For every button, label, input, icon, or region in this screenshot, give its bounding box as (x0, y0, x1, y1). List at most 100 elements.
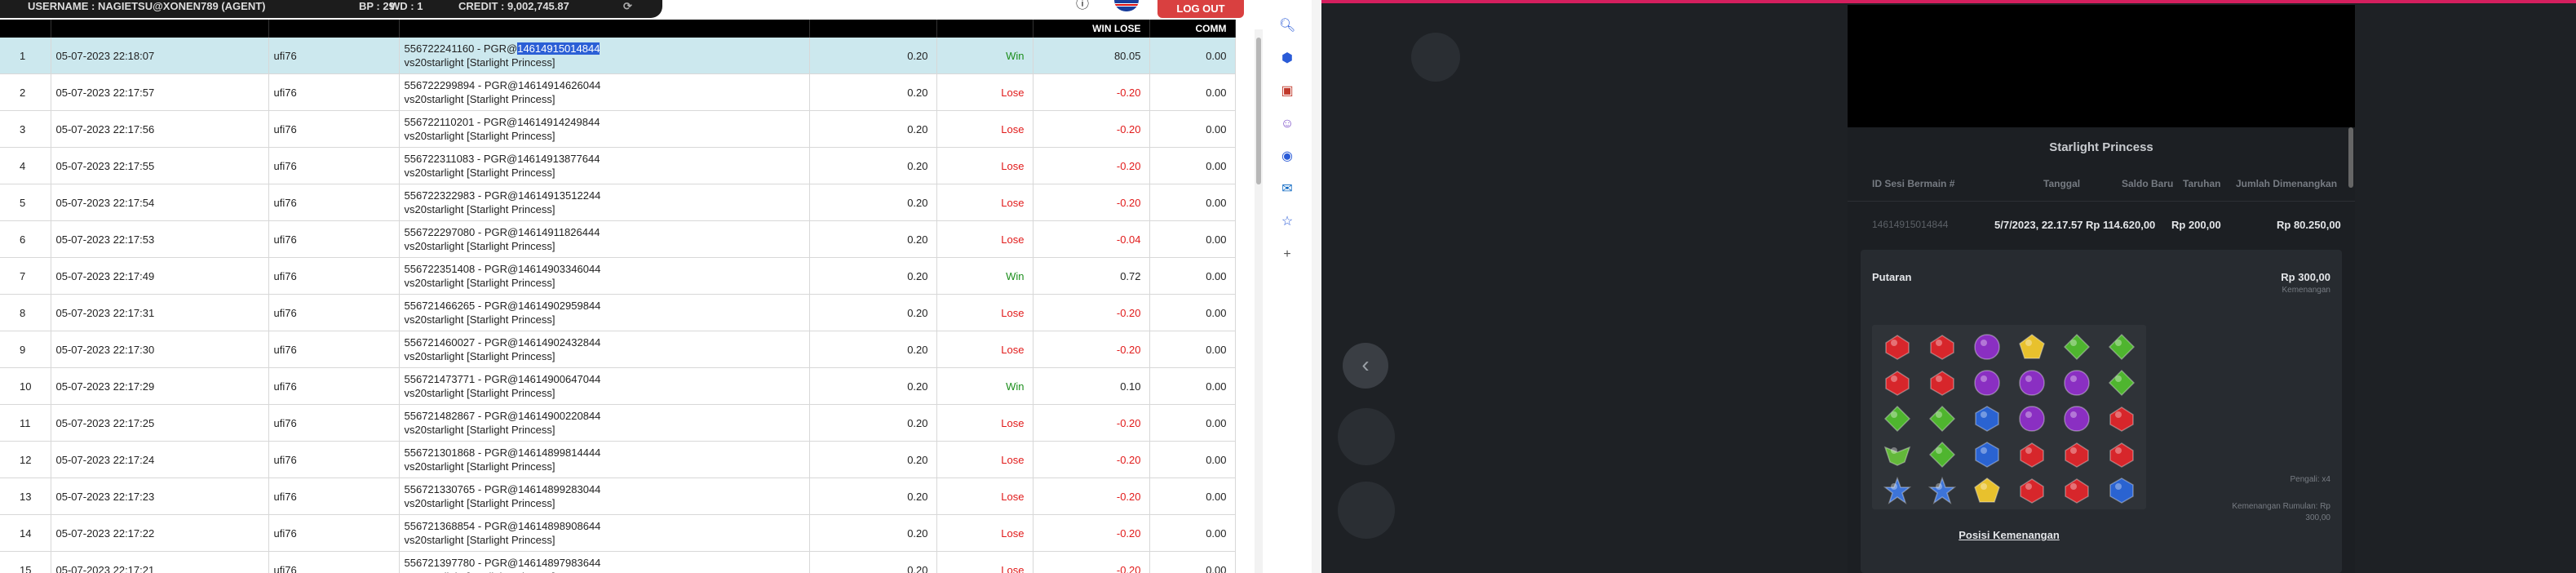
table-scrollbar[interactable] (1255, 29, 1263, 573)
refresh-icon[interactable]: ⟳ (623, 0, 632, 13)
spin-win-label: Kemenangan (2282, 286, 2331, 295)
blue-star-icon (1883, 477, 1911, 504)
row-transaction: 556721301868 - PGR@14614899814444 vs20sta… (399, 441, 810, 478)
row-result: Lose (936, 441, 1033, 478)
session-id-value[interactable]: 14614915014844 (1872, 219, 1948, 230)
txn-id: 556722110201 - PGR@14614914249844 (404, 116, 600, 128)
history-scrollbar[interactable] (2348, 127, 2353, 188)
logout-button[interactable]: LOG OUT (1157, 0, 1244, 18)
office-icon[interactable]: ◉ (1279, 149, 1295, 165)
txn-id: 556721466265 - PGR@14614902959844 (404, 300, 601, 312)
table-row[interactable]: 13 05-07-2023 22:17:23 ufi76 556721330765 -… (0, 478, 1236, 515)
purple-crescent-icon (2064, 406, 2090, 432)
table-row[interactable]: 14 05-07-2023 22:17:22 ufi76 556721368854 -… (0, 514, 1236, 552)
background-decoration (1338, 482, 1395, 539)
game-name: vs20starlight [Starlight Princess] (404, 534, 555, 546)
green-gem-icon (2108, 333, 2136, 361)
people-icon[interactable]: ☺ (1279, 116, 1295, 132)
win-position-link[interactable]: Posisi Kemenangan (1872, 529, 2146, 541)
game-name: vs20starlight [Starlight Princess] (404, 277, 555, 289)
table-row[interactable]: 15 05-07-2023 22:17:21 ufi76 556721397780 -… (0, 551, 1236, 573)
row-winlose: -0.20 (1033, 184, 1150, 221)
row-number: 13 (0, 478, 51, 515)
row-transaction: 556721330765 - PGR@14614899283044 vs20sta… (399, 478, 810, 515)
tag-icon[interactable]: ⬢ (1279, 51, 1295, 67)
table-row[interactable]: 1 05-07-2023 22:18:07 ufi76 556722241160 - … (0, 38, 1236, 74)
blue-star-icon (1928, 477, 1956, 504)
row-comm: 0.00 (1149, 441, 1236, 478)
row-user: ufi76 (268, 551, 400, 573)
col-winlose-header[interactable]: WIN LOSE (1033, 20, 1150, 38)
row-comm: 0.00 (1149, 514, 1236, 552)
purple-crescent-icon (1974, 370, 2000, 396)
row-bet: 0.20 (809, 147, 937, 184)
row-comm: 0.00 (1149, 478, 1236, 515)
table-row[interactable]: 12 05-07-2023 22:17:24 ufi76 556721301868 -… (0, 441, 1236, 478)
spin-detail-card: Putaran Rp 300,00 Kemenangan Pengali: x4… (1861, 250, 2342, 573)
uk-flag-icon[interactable] (1114, 0, 1139, 11)
purple-crescent-icon (2064, 370, 2090, 396)
row-transaction: 556721397780 - PGR@14614897983644vs20sta… (399, 551, 810, 573)
table-row[interactable]: 5 05-07-2023 22:17:54 ufi76 556722322983 - … (0, 184, 1236, 221)
row-date: 05-07-2023 22:17:57 (51, 73, 269, 111)
toolbox-icon[interactable]: ▣ (1279, 83, 1295, 100)
add-icon[interactable]: + (1279, 247, 1295, 263)
row-bet: 0.20 (809, 514, 937, 552)
table-row[interactable]: 8 05-07-2023 22:17:31 ufi76 556721466265 - … (0, 294, 1236, 331)
spin-amount: Rp 300,00 (2281, 271, 2330, 283)
col-comm-header[interactable]: COMM (1149, 20, 1236, 38)
row-number: 7 (0, 257, 51, 295)
info-icon[interactable]: ⓘ (1074, 0, 1091, 11)
cart-icon[interactable]: ☆ (1279, 214, 1295, 230)
scrollbar-thumb[interactable] (1256, 38, 1261, 184)
row-bet: 0.20 (809, 38, 937, 74)
table-row[interactable]: 10 05-07-2023 22:17:29 ufi76 556721473771 -… (0, 367, 1236, 405)
txn-id: 556722299894 - PGR@14614914626044 (404, 79, 601, 91)
row-transaction: 556721460027 - PGR@14614902432844 vs20sta… (399, 331, 810, 368)
outlook-icon[interactable]: ✉ (1279, 181, 1295, 198)
row-result: Lose (936, 73, 1033, 111)
row-date: 05-07-2023 22:17:53 (51, 220, 269, 258)
game-name: vs20starlight [Starlight Princess] (404, 424, 555, 436)
table-row[interactable]: 2 05-07-2023 22:17:57 ufi76 556722299894 - … (0, 73, 1236, 111)
row-date: 05-07-2023 22:17:31 (51, 294, 269, 331)
back-arrow-button[interactable]: ‹ (1343, 343, 1388, 389)
row-comm: 0.00 (1149, 147, 1236, 184)
row-transaction: 556722110201 - PGR@14614914249844 vs20sta… (399, 110, 810, 148)
col-result-header (936, 20, 1033, 38)
table-row[interactable]: 11 05-07-2023 22:17:25 ufi76 556721482867 -… (0, 404, 1236, 442)
table-row[interactable]: 9 05-07-2023 22:17:30 ufi76 556721460027 - … (0, 331, 1236, 368)
row-user: ufi76 (268, 367, 400, 405)
txn-prefix: 556722241160 - PGR@ (404, 42, 518, 55)
game-name: vs20starlight [Starlight Princess] (404, 167, 555, 179)
row-number: 5 (0, 184, 51, 221)
row-user: ufi76 (268, 220, 400, 258)
row-result: Lose (936, 110, 1033, 148)
row-number: 10 (0, 367, 51, 405)
row-comm: 0.00 (1149, 551, 1236, 573)
table-row[interactable]: 4 05-07-2023 22:17:55 ufi76 556722311083 - … (0, 147, 1236, 184)
selected-text[interactable]: 14614915014844 (517, 42, 600, 55)
row-comm: 0.00 (1149, 367, 1236, 405)
green-gem-icon (1928, 441, 1956, 469)
row-date: 05-07-2023 22:17:25 (51, 404, 269, 442)
row-comm: 0.00 (1149, 404, 1236, 442)
red-heart-icon (2109, 442, 2134, 468)
game-title: Starlight Princess (2049, 140, 2153, 154)
row-number: 9 (0, 331, 51, 368)
row-winlose: -0.20 (1033, 404, 1150, 442)
reel-grid (1872, 325, 2146, 509)
table-row[interactable]: 7 05-07-2023 22:17:49 ufi76 556722351408 - … (0, 257, 1236, 295)
row-date: 05-07-2023 22:17:22 (51, 514, 269, 552)
row-bet: 0.20 (809, 294, 937, 331)
total-win-label: Kemenangan Rumulan: Rp 300,00 (2232, 502, 2330, 522)
row-date: 05-07-2023 22:17:55 (51, 147, 269, 184)
table-row[interactable]: 6 05-07-2023 22:17:53 ufi76 556722297080 - … (0, 220, 1236, 258)
table-row[interactable]: 3 05-07-2023 22:17:56 ufi76 556722110201 - … (0, 110, 1236, 148)
row-transaction: 556722297080 - PGR@14614911826444 vs20sta… (399, 220, 810, 258)
row-date: 05-07-2023 22:17:49 (51, 257, 269, 295)
txn-id: 556721397780 - PGR@14614897983644 (404, 557, 601, 569)
search-icon[interactable]: 🔍︎ (1279, 18, 1295, 34)
red-heart-icon (1930, 335, 1954, 360)
red-heart-icon (1885, 335, 1910, 360)
